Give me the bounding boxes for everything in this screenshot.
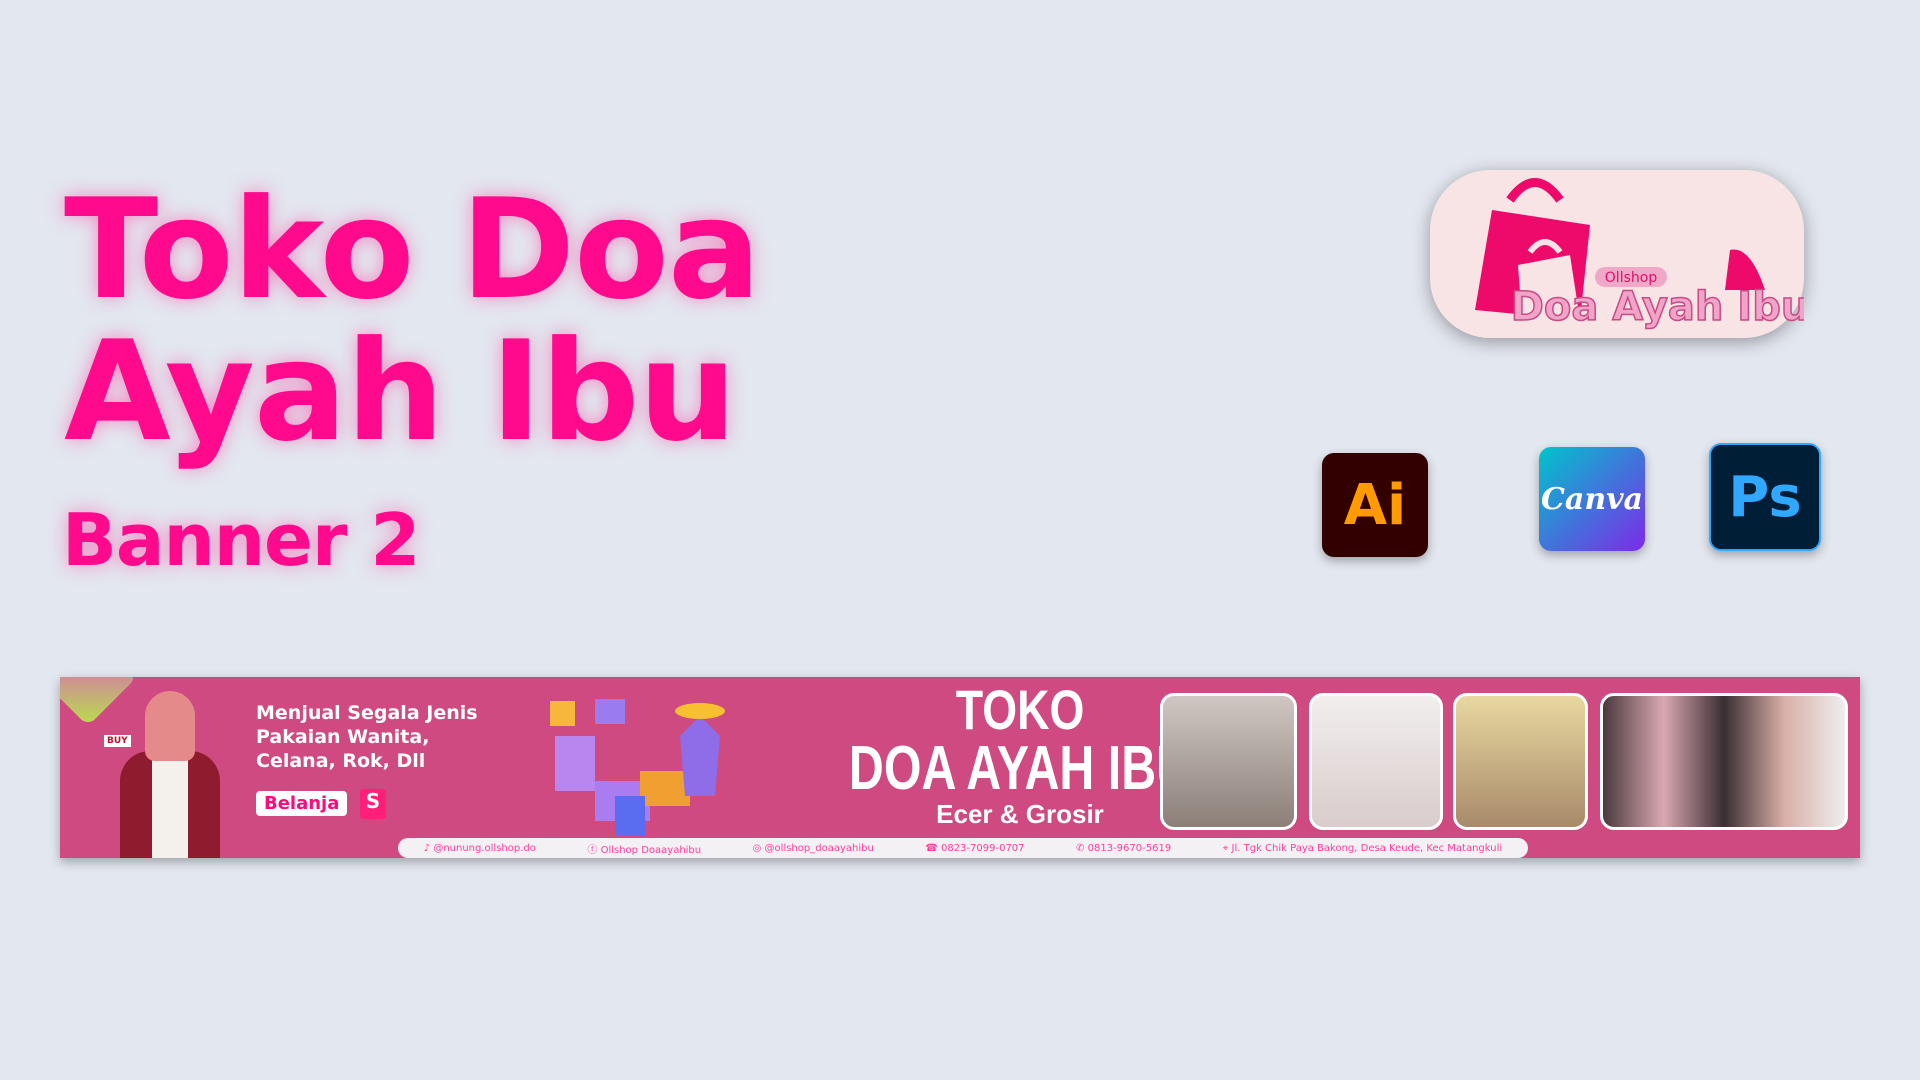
title-store-name: DOA AYAH IBU — [848, 734, 1192, 803]
tagline: Menjual Segala Jenis Pakaian Wanita, Cel… — [256, 701, 478, 773]
shopping-items-illustration — [550, 699, 725, 836]
facebook-contact: ⓕ Ollshop Doaayahibu — [587, 844, 702, 856]
product-photo — [1160, 693, 1297, 830]
tagline-line: Menjual Segala Jenis — [256, 702, 478, 724]
tiktok-contact: ♪ @nunung.ollshop.do — [423, 842, 536, 854]
illustrator-icon: Ai — [1322, 453, 1428, 557]
banner-preview: BUY Menjual Segala Jenis Pakaian Wanita,… — [60, 677, 1860, 858]
heading-line2: Ayah Ibu — [64, 311, 737, 472]
brand-logo: Ollshop Doa Ayah Ibu — [1430, 170, 1810, 338]
product-photo — [1309, 693, 1443, 830]
product-photo — [1600, 693, 1848, 830]
phone-contact: ☎ 0823-7099-0707 — [925, 842, 1025, 854]
instagram-contact: ◎ @ollshop_doaayahibu — [752, 842, 874, 854]
tagline-line: Pakaian Wanita, — [256, 726, 430, 748]
whatsapp-contact: ✆ 0813-9670-5619 — [1076, 842, 1172, 854]
model-photo: BUY — [100, 691, 240, 858]
buy-tag: BUY — [104, 735, 131, 747]
belanja-button[interactable]: Belanja — [256, 791, 348, 816]
title-toko: TOKO — [955, 678, 1085, 741]
photoshop-icon: Ps — [1709, 443, 1821, 551]
tagline-line: Celana, Rok, Dll — [256, 750, 426, 772]
svg-text:Doa Ayah Ibu: Doa Ayah Ibu — [1511, 284, 1804, 330]
shopping-bag-icon: Ollshop Doa Ayah Ibu — [1475, 178, 1810, 331]
shopee-icon: S — [360, 789, 386, 819]
contact-bar: ♪ @nunung.ollshop.do ⓕ Ollshop Doaayahib… — [398, 838, 1528, 858]
heading-line1: Toko Doa — [64, 169, 761, 330]
canva-icon: Canva — [1539, 447, 1645, 551]
location-contact: ⌖ Jl. Tgk Chik Paya Bakong, Desa Keude, … — [1222, 842, 1503, 854]
heading-subtitle: Banner 2 — [62, 498, 420, 582]
product-photo — [1453, 693, 1588, 830]
